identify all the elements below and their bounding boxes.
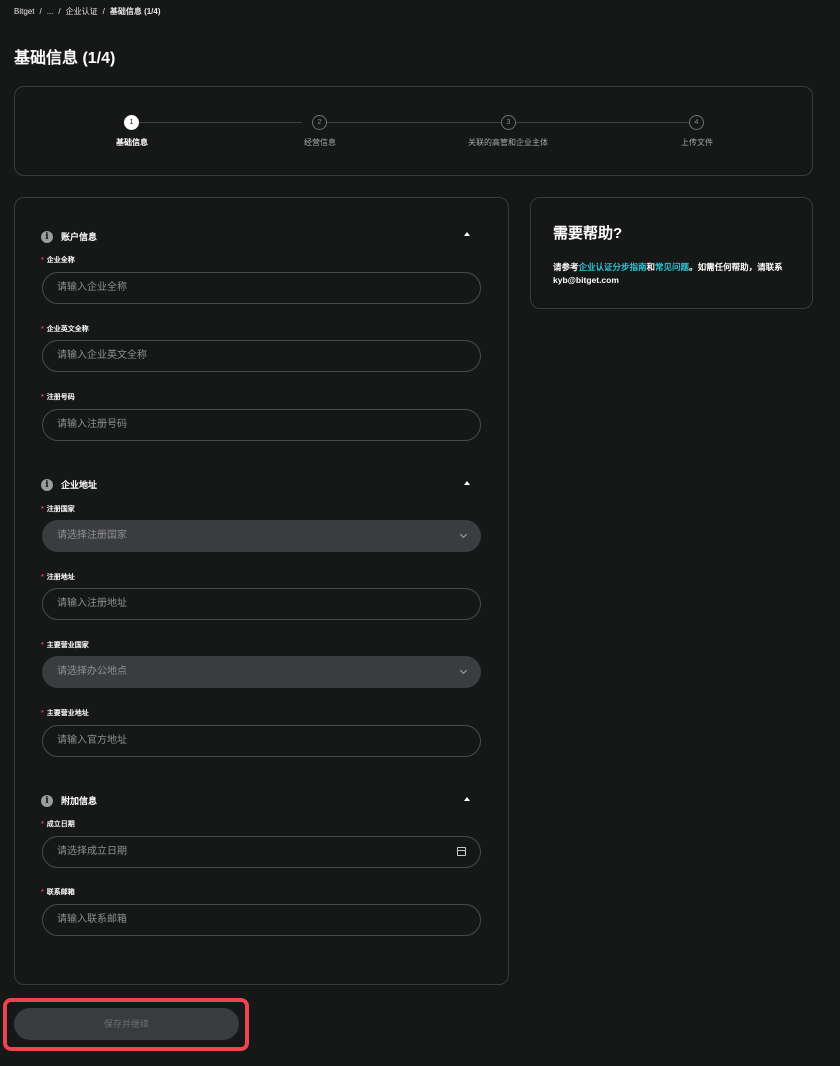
chevron-down-icon [459, 666, 468, 675]
breadcrumb-ellipsis[interactable]: ... [47, 7, 54, 16]
main-business-country-select[interactable]: 请选择办公地点 [42, 656, 481, 688]
required-mark: * [41, 394, 44, 401]
required-mark: * [41, 506, 44, 513]
field-label-text: 主要营业地址 [46, 710, 89, 717]
field-label-registration-country: * 注册国家 [41, 504, 75, 514]
select-placeholder: 请选择办公地点 [57, 666, 127, 677]
help-title: 需要帮助? [553, 225, 623, 242]
required-mark: * [41, 642, 44, 649]
contact-email-input[interactable]: 请输入联系邮箱 [42, 904, 481, 936]
company-name-input[interactable]: 请输入企业全称 [42, 272, 481, 304]
field-label-text: 企业英文全称 [46, 326, 89, 333]
field-label-registration-address: * 注册地址 [41, 572, 75, 582]
highlight-box: 保存并继续 [3, 998, 249, 1051]
breadcrumb-current: 基础信息 (1/4) [109, 7, 161, 16]
section-title: 附加信息 [61, 796, 98, 806]
section-header-company-address[interactable]: i 企业地址 [41, 478, 97, 491]
section-title: 账户信息 [61, 232, 98, 242]
basic-info-form: i 账户信息 * 企业全称 请输入企业全称 * 企业英文全称 请输入企业英文全称 *… [14, 197, 509, 985]
breadcrumb-separator: / [102, 7, 105, 16]
collapse-caret-icon[interactable] [464, 797, 470, 801]
breadcrumb-parent[interactable]: 企业认证 [66, 6, 98, 17]
step-connector [139, 122, 302, 123]
step-3-circle: 3 [501, 115, 516, 130]
registration-country-select[interactable]: 请选择注册国家 [42, 520, 481, 552]
step-1-label: 基础信息 [116, 138, 148, 147]
establishment-date-input[interactable]: 请选择成立日期 [42, 836, 481, 868]
required-mark: * [41, 821, 44, 828]
required-mark: * [41, 574, 44, 581]
date-placeholder: 请选择成立日期 [57, 846, 127, 857]
section-title: 企业地址 [61, 480, 98, 490]
field-label-establishment-date: * 成立日期 [41, 819, 75, 829]
step-4-label: 上传文件 [681, 138, 713, 147]
guide-link[interactable]: 企业认证分步指南 [579, 262, 647, 272]
collapse-caret-icon[interactable] [464, 232, 470, 236]
progress-stepper: 1 2 3 4 基础信息 经营信息 关联的高管和企业主体 上传文件 [14, 86, 813, 176]
step-2-label: 经营信息 [304, 138, 336, 147]
field-label-contact-email: * 联系邮箱 [41, 887, 75, 897]
required-mark: * [41, 710, 44, 717]
field-label-text: 注册地址 [46, 574, 75, 581]
field-label-company-name: * 企业全称 [41, 255, 75, 265]
step-connector [516, 122, 689, 123]
section-header-account-info[interactable]: i 账户信息 [41, 230, 97, 243]
calendar-icon[interactable] [457, 847, 466, 856]
breadcrumb-root[interactable]: Bitget [14, 7, 34, 16]
required-mark: * [41, 889, 44, 896]
help-text-and: 和 [646, 262, 656, 272]
registration-number-input[interactable]: 请输入注册号码 [42, 409, 481, 441]
info-icon: i [41, 478, 53, 491]
step-1-circle: 1 [124, 115, 139, 130]
save-and-continue-button[interactable]: 保存并继续 [14, 1008, 239, 1040]
main-business-address-input[interactable]: 请输入官方地址 [42, 725, 481, 757]
registration-address-input[interactable]: 请输入注册地址 [42, 588, 481, 620]
breadcrumb: Bitget / ... / 企业认证 / 基础信息 (1/4) [14, 6, 161, 17]
field-label-text: 主要营业国家 [46, 642, 89, 649]
field-label-text: 企业全称 [46, 257, 75, 264]
field-label-main-business-country: * 主要营业国家 [41, 640, 89, 650]
help-card: 需要帮助? 请参考企业认证分步指南和常见问题。如需任何帮助，请联系 kyb@bi… [530, 197, 813, 309]
help-text-prefix: 请参考 [553, 262, 579, 272]
help-text: 请参考企业认证分步指南和常见问题。如需任何帮助，请联系 kyb@bitget.c… [553, 261, 798, 287]
chevron-down-icon [459, 530, 468, 539]
section-header-additional-info[interactable]: i 附加信息 [41, 794, 97, 807]
breadcrumb-separator: / [39, 7, 42, 16]
faq-link[interactable]: 常见问题 [655, 262, 689, 272]
step-2-circle: 2 [312, 115, 327, 130]
info-icon: i [41, 794, 53, 807]
breadcrumb-separator: / [58, 7, 61, 16]
field-label-text: 注册号码 [46, 394, 75, 401]
company-english-name-input[interactable]: 请输入企业英文全称 [42, 340, 481, 372]
step-connector [327, 122, 502, 123]
field-label-company-english-name: * 企业英文全称 [41, 324, 89, 334]
required-mark: * [41, 326, 44, 333]
collapse-caret-icon[interactable] [464, 481, 470, 485]
field-label-registration-number: * 注册号码 [41, 392, 75, 402]
field-label-text: 成立日期 [46, 821, 75, 828]
required-mark: * [41, 257, 44, 264]
info-icon: i [41, 230, 53, 243]
field-label-text: 联系邮箱 [46, 889, 75, 896]
select-placeholder: 请选择注册国家 [57, 530, 127, 541]
step-3-label: 关联的高管和企业主体 [468, 138, 548, 147]
step-4-circle: 4 [689, 115, 704, 130]
field-label-text: 注册国家 [46, 506, 75, 513]
field-label-main-business-address: * 主要营业地址 [41, 708, 89, 718]
page-title: 基础信息 (1/4) [14, 50, 116, 67]
